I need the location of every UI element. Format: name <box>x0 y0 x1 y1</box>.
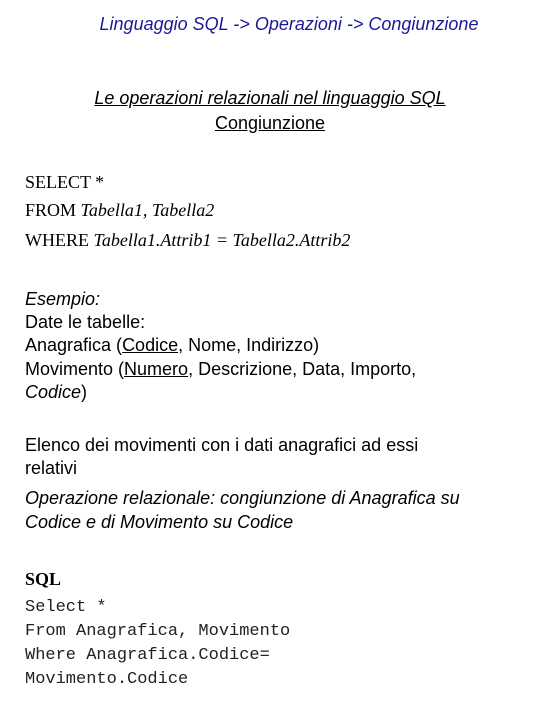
operation-line2: Codice e di Movimento su Codice <box>25 512 294 532</box>
sql-line: Where Anagrafica.Codice= <box>25 646 270 665</box>
page-subtitle: Congiunzione <box>214 113 326 133</box>
from-args: Tabella1, Tabella2 <box>80 200 215 220</box>
table-fields: , Descrizione, Data, Importo, <box>188 359 417 379</box>
where-keyword: WHERE <box>25 230 89 250</box>
table-movimento: Movimento (Numero, Descrizione, Data, Im… <box>25 359 416 380</box>
operation-line1: Operazione relazionale: congiunzione di … <box>25 488 460 508</box>
sql-line: Movimento.Codice <box>25 670 189 689</box>
table-movimento-cont: Codice) <box>25 382 87 403</box>
example-intro: Date le tabelle: <box>25 312 146 332</box>
sql-line: Select * <box>25 598 107 617</box>
example-label: Esempio: <box>25 289 101 309</box>
primary-key: Codice <box>122 335 179 355</box>
table-name: Movimento ( <box>25 359 125 379</box>
request-line1: Elenco dei movimenti con i dati anagrafi… <box>25 435 419 455</box>
where-args: Tabella1.Attrib1 = Tabella2.Attrib2 <box>93 230 351 250</box>
breadcrumb-header: Linguaggio SQL -> Operazioni -> Congiunz… <box>99 14 479 34</box>
foreign-key: Codice <box>25 382 82 402</box>
request-line2: relativi <box>25 458 78 478</box>
page-title: Le operazioni relazionali nel linguaggio… <box>94 88 446 108</box>
syntax-select: SELECT * <box>25 172 104 193</box>
from-keyword: FROM <box>25 200 77 220</box>
paren-close: ) <box>81 382 88 402</box>
select-keyword: SELECT * <box>25 172 105 192</box>
syntax-from: FROM Tabella1, Tabella2 <box>25 200 214 221</box>
table-anagrafica: Anagrafica (Codice, Nome, Indirizzo) <box>25 335 319 356</box>
sql-line: From Anagrafica, Movimento <box>25 622 291 641</box>
primary-key: Numero <box>124 359 189 379</box>
sql-label: SQL <box>25 569 62 589</box>
syntax-where: WHERE Tabella1.Attrib1 = Tabella2.Attrib… <box>25 230 350 251</box>
table-name: Anagrafica ( <box>25 335 123 355</box>
table-fields: , Nome, Indirizzo) <box>178 335 320 355</box>
